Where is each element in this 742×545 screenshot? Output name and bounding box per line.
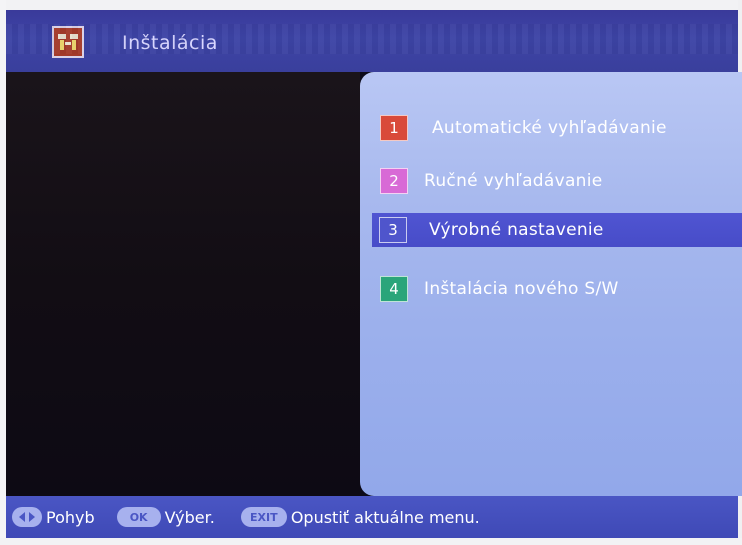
menu-item-factory-reset[interactable]: 3 Výrobné nastavenie [372, 213, 742, 247]
menu-item-label: Inštalácia nového S/W [424, 279, 619, 299]
hint-navigate: Pohyb [12, 507, 95, 527]
hint-text: Pohyb [46, 507, 95, 527]
menu-item-number: 2 [380, 168, 408, 194]
exit-key-icon: EXIT [240, 507, 287, 527]
video-preview-area [6, 72, 360, 496]
menu-item-label: Ručné vyhľadávanie [424, 171, 603, 191]
menu-item-automatic-search[interactable]: 1 Automatické vyhľadávanie [378, 111, 667, 145]
menu-item-number: 1 [380, 115, 408, 141]
menu-item-label: Automatické vyhľadávanie [432, 118, 667, 138]
page-title: Inštalácia [122, 32, 218, 54]
navigate-key-icon [12, 507, 42, 527]
key-hints-bar: Pohyb OK Výber. EXIT Opustiť aktuálne me… [6, 496, 738, 538]
menu-item-number: 3 [379, 217, 407, 243]
menu-item-manual-search[interactable]: 2 Ručné vyhľadávanie [378, 164, 603, 198]
menu-header: Inštalácia [6, 10, 738, 72]
hint-text: Výber. [164, 507, 215, 527]
hint-ok: OK Výber. [116, 507, 215, 527]
screen-bezel-bottom [0, 538, 742, 545]
installation-icon [52, 26, 84, 58]
menu-item-number: 4 [380, 276, 408, 302]
ok-key-icon: OK [116, 507, 161, 527]
screen-bezel-top [0, 0, 742, 10]
hint-exit: EXIT Opustiť aktuálne menu. [240, 507, 480, 527]
menu-item-software-install[interactable]: 4 Inštalácia nového S/W [378, 272, 619, 306]
tv-screen: Inštalácia 1 Automatické vyhľadávanie 2 … [0, 0, 742, 545]
menu-item-label: Výrobné nastavenie [429, 220, 604, 240]
hint-text: Opustiť aktuálne menu. [290, 507, 480, 527]
installation-menu-panel: 1 Automatické vyhľadávanie 2 Ručné vyhľa… [360, 72, 742, 496]
